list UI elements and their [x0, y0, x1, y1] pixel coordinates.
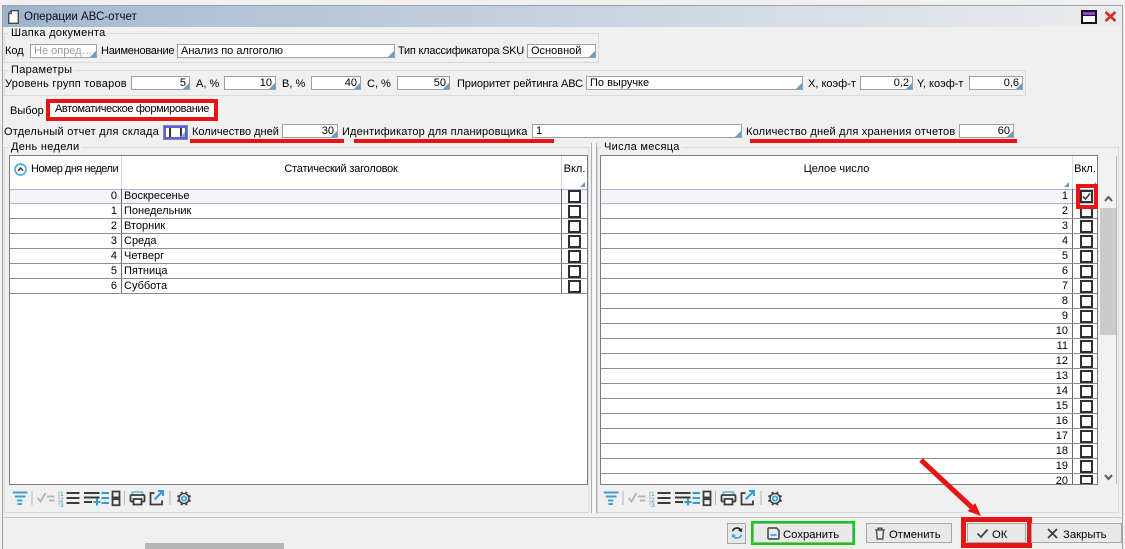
svg-text:3: 3 [651, 502, 655, 507]
svg-text:3: 3 [60, 502, 64, 507]
